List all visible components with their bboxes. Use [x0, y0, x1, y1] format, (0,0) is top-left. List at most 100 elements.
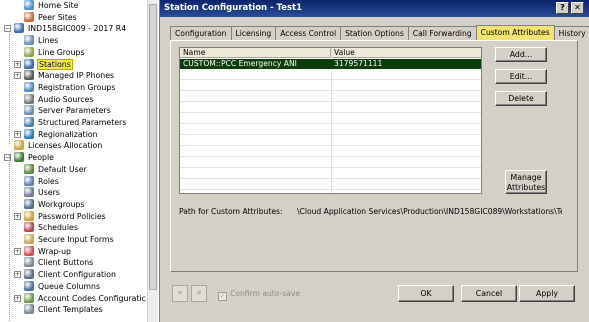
structured-parameters-icon — [24, 117, 34, 127]
tree-item-label: Server Parameters — [38, 106, 111, 116]
expand-icon[interactable]: + — [14, 72, 21, 80]
grid-header-value[interactable]: Value — [331, 48, 481, 58]
tree-item-structured-parameters[interactable]: Structured Parameters — [24, 117, 127, 128]
tab-call-forwarding[interactable]: Call Forwarding — [407, 26, 477, 41]
expand-icon[interactable]: + — [14, 60, 21, 68]
tree-item-label: Home Site — [38, 1, 79, 10]
tree-item-regionalization[interactable]: + Regionalization — [14, 128, 99, 140]
tree-item-client-templates[interactable]: Client Templates — [24, 304, 104, 315]
close-button[interactable]: ✕ — [571, 2, 584, 14]
tree-item-peer-sites[interactable]: Peer Sites — [24, 11, 78, 23]
audio-sources-icon — [24, 93, 34, 104]
back-button[interactable]: « — [172, 285, 188, 302]
tab-configuration[interactable]: Configuration — [170, 26, 232, 41]
tree-item-client-configuration[interactable]: + Client Configuration — [14, 269, 117, 280]
tab-access-control[interactable]: Access Control — [275, 26, 342, 41]
tree-item-audio-sources[interactable]: Audio Sources — [24, 93, 94, 105]
tree-item-managed-ip-phones[interactable]: + Managed IP Phones — [14, 70, 115, 81]
empty-table-row — [180, 81, 481, 91]
tree-item-label: Wrap-up — [38, 246, 71, 256]
tree-scrollbar-thumb[interactable] — [149, 4, 157, 290]
help-button[interactable]: ? — [556, 2, 569, 14]
expand-icon[interactable]: + — [14, 271, 21, 279]
queue-columns-icon — [24, 280, 34, 291]
empty-table-row — [180, 147, 481, 157]
tree-item-secure-input-forms[interactable]: Secure Input Forms — [24, 234, 115, 245]
expand-icon[interactable]: + — [14, 247, 21, 255]
tab-station-options[interactable]: Station Options — [340, 26, 409, 41]
cancel-button[interactable]: Cancel — [461, 285, 517, 302]
tree-item-line-groups[interactable]: Line Groups — [24, 46, 86, 58]
tree-item-roles[interactable]: Roles — [24, 175, 60, 187]
tree-item-password-policies[interactable]: + Password Policies — [14, 210, 107, 222]
expand-icon[interactable]: + — [14, 212, 21, 220]
tree-item-lines[interactable]: Lines — [24, 35, 59, 46]
tree-item-default-user[interactable]: Default User — [24, 163, 88, 175]
empty-table-row — [180, 158, 481, 168]
apply-button[interactable]: Apply — [519, 285, 575, 302]
path-label: Path for Custom Attributes: — [179, 207, 283, 216]
confirm-auto-save-checkbox[interactable]: ✓ — [218, 292, 227, 301]
grid-header-name[interactable]: Name — [180, 48, 331, 58]
client-templates-icon — [24, 304, 34, 315]
tree-item-label: Managed IP Phones — [38, 71, 115, 81]
empty-table-row — [180, 125, 481, 135]
tree-item-account-codes-configuratic[interactable]: + Account Codes Configuratic — [14, 292, 147, 304]
tree-item-label: Client Configuration — [38, 270, 116, 280]
tree-item-schedules[interactable]: Schedules — [24, 222, 79, 233]
tree-item-client-buttons[interactable]: Client Buttons — [24, 257, 94, 268]
expand-icon[interactable]: + — [14, 130, 21, 138]
tree-item-people[interactable]: − People — [4, 152, 55, 163]
licenses-icon — [14, 140, 24, 151]
expand-icon[interactable]: + — [14, 294, 21, 302]
globe-icon — [24, 128, 34, 139]
path-value: \Cloud Application Services\Production\I… — [297, 207, 562, 216]
tree-item-label: Users — [38, 188, 60, 198]
tab-history[interactable]: History — [553, 26, 589, 41]
tree-item-label: Stations — [37, 58, 73, 70]
tree-item-queue-columns[interactable]: Queue Columns — [24, 280, 101, 292]
table-row[interactable]: CUSTOM::PCC Emergency ANI 3179571111 — [180, 59, 481, 69]
delete-button[interactable]: Delete — [495, 91, 547, 106]
collapse-icon[interactable]: − — [4, 25, 11, 33]
tree-item-stations[interactable]: + Stations — [14, 58, 73, 70]
manage-attributes-line2: Attributes — [506, 183, 546, 192]
tree-item-label: Audio Sources — [38, 94, 94, 104]
client-buttons-icon — [24, 257, 34, 268]
tree-item-wrap-up[interactable]: + Wrap-up — [14, 245, 72, 257]
manage-attributes-button[interactable]: Manage Attributes — [505, 170, 547, 194]
forward-button[interactable]: » — [191, 285, 207, 302]
tree-item-server-parameters[interactable]: Server Parameters — [24, 105, 112, 116]
tree-scrollbar[interactable] — [147, 0, 158, 322]
tree-item-label: Structured Parameters — [38, 118, 127, 127]
wrap-up-icon — [24, 245, 34, 256]
tree-item-workgroups[interactable]: Workgroups — [24, 198, 85, 210]
tree-item-label: Peer Sites — [38, 12, 77, 22]
empty-table-row — [180, 136, 481, 146]
dialog-title-bar: Station Configuration - Test1 ? ✕ — [160, 0, 589, 17]
tree-item-label: Secure Input Forms — [38, 235, 114, 244]
tree-item-home-site[interactable]: Home Site — [24, 0, 79, 11]
tree-item-users[interactable]: Users — [24, 187, 61, 198]
roles-icon — [24, 175, 34, 186]
stations-icon — [24, 58, 34, 69]
tree-item-label: Workgroups — [38, 199, 85, 209]
server-parameters-icon — [24, 105, 34, 116]
ok-button[interactable]: OK — [398, 285, 454, 302]
empty-table-row — [180, 103, 481, 113]
edit-button[interactable]: Edit... — [495, 69, 547, 84]
tree-item-label: Schedules — [38, 223, 78, 233]
tree-item-label: Regionalization — [38, 129, 98, 139]
navigation-tree: Home Site Peer Sites − IND158GIC009 - 2017 … — [0, 0, 147, 322]
tree-item-label: Lines — [38, 36, 59, 46]
tree-item-label: Roles — [38, 176, 59, 186]
tree-item-registration-groups[interactable]: Registration Groups — [24, 81, 116, 93]
tree-item-ind158gic009-2017-r4[interactable]: − IND158GIC009 - 2017 R4 — [4, 23, 127, 34]
tree-connector-line — [9, 34, 10, 144]
tab-licensing[interactable]: Licensing — [230, 26, 277, 41]
attributes-grid[interactable]: Name Value CUSTOM::PCC Emergency ANI 3179… — [179, 47, 482, 194]
default-user-icon — [24, 163, 34, 174]
empty-table-row — [180, 92, 481, 102]
add-button[interactable]: Add... — [495, 47, 547, 62]
tree-item-licenses-allocation[interactable]: Licenses Allocation — [14, 140, 103, 151]
